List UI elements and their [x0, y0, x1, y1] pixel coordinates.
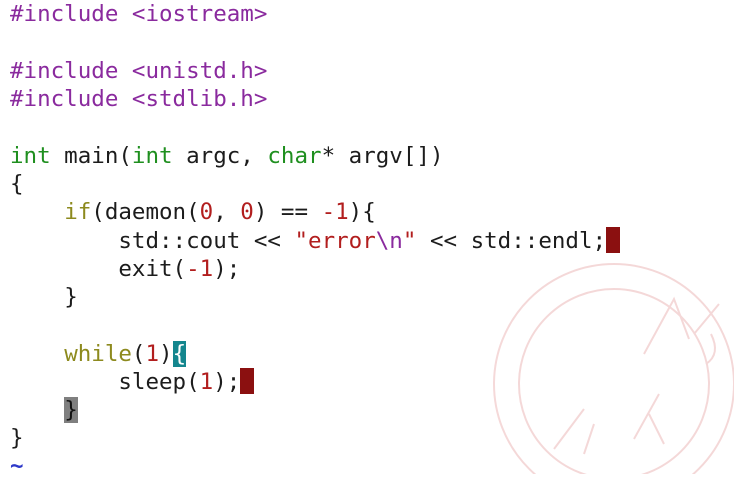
code-line-10: exit(-1);	[10, 255, 240, 283]
code-line-13: while(1){	[10, 340, 187, 368]
open-brace: {	[10, 171, 24, 197]
code-text: (	[131, 341, 146, 367]
code-text: (daemon(	[91, 199, 200, 225]
if-keyword: if	[64, 199, 92, 225]
empty-line-marker: ~	[10, 452, 24, 480]
include-header: <stdlib.h>	[131, 86, 268, 112]
code-text: )	[159, 341, 173, 367]
code-editor[interactable]: #include <iostream> #include <unistd.h> …	[0, 0, 734, 479]
tilde-marker: ~	[10, 453, 24, 479]
code-line-4: #include <stdlib.h>	[10, 85, 267, 113]
close-brace: }	[10, 425, 24, 451]
function-name: main(	[50, 143, 132, 169]
code-line-15: }	[10, 396, 78, 424]
number-literal: 1	[199, 369, 214, 395]
while-keyword: while	[64, 341, 132, 367]
code-text: ) ==	[253, 199, 322, 225]
include-header: <unistd.h>	[131, 58, 268, 84]
param-text: * argv[])	[321, 143, 444, 169]
include-header: <iostream>	[131, 1, 268, 27]
include-directive: #include	[10, 58, 119, 84]
text-cursor[interactable]: }	[64, 397, 78, 423]
type-keyword: char	[267, 143, 322, 169]
code-text: << std::endl;	[416, 228, 607, 254]
type-keyword: int	[131, 143, 173, 169]
code-text: std::cout <<	[118, 228, 295, 254]
code-line-11: }	[10, 283, 78, 311]
escape-sequence: \n	[375, 228, 403, 254]
code-line-1: #include <iostream>	[10, 0, 267, 28]
code-line-3: #include <unistd.h>	[10, 57, 267, 85]
code-line-14: sleep(1);	[10, 368, 255, 396]
code-text: ,	[213, 199, 241, 225]
close-brace: }	[64, 284, 78, 310]
string-literal: "	[402, 228, 417, 254]
trailing-whitespace-marker	[240, 368, 255, 394]
code-line-9: std::cout << "error\n" << std::endl;	[10, 227, 621, 255]
code-text: exit(	[118, 256, 187, 282]
matching-brace-highlight: {	[172, 341, 187, 367]
param-text: argc,	[172, 143, 268, 169]
number-literal: 0	[240, 199, 254, 225]
code-text: ){	[348, 199, 376, 225]
number-literal: -1	[186, 256, 214, 282]
type-keyword: int	[10, 143, 51, 169]
include-directive: #include	[10, 86, 119, 112]
code-text: );	[213, 256, 241, 282]
code-text: sleep(	[118, 369, 200, 395]
code-line-16: }	[10, 424, 24, 452]
number-literal: 0	[199, 199, 214, 225]
code-text: );	[213, 369, 241, 395]
number-literal: 1	[145, 341, 160, 367]
code-line-6: int main(int argc, char* argv[])	[10, 142, 444, 170]
string-literal: "error	[294, 228, 376, 254]
include-directive: #include	[10, 1, 119, 27]
number-literal: -1	[321, 199, 349, 225]
code-line-8: if(daemon(0, 0) == -1){	[10, 198, 376, 226]
trailing-whitespace-marker	[606, 227, 621, 253]
code-line-7: {	[10, 170, 24, 198]
